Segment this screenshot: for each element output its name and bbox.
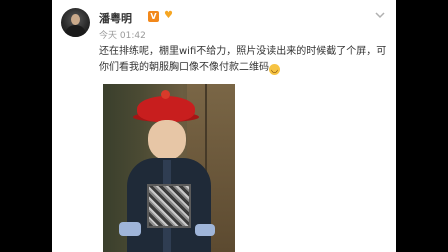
laugh-cry-emoji-icon: ◡ xyxy=(269,64,280,75)
photo-rank-badge xyxy=(147,184,191,228)
photo-face xyxy=(148,120,186,160)
avatar-face xyxy=(71,14,80,25)
chevron-down-icon[interactable] xyxy=(374,10,386,20)
post-text-body: 还在排练呢，棚里wifi不给力，照片没读出来的时候截了个屏，可你们看我的朝服胸口… xyxy=(99,46,387,73)
post-text: 还在排练呢，棚里wifi不给力，照片没读出来的时候截了个屏，可你们看我的朝服胸口… xyxy=(99,44,387,76)
photo-hat-knob xyxy=(161,90,170,99)
photo-red-hat xyxy=(137,96,195,122)
photo-left-sleeve xyxy=(119,222,141,236)
avatar-body xyxy=(65,25,86,37)
username[interactable]: 潘粤明 xyxy=(99,10,132,26)
weibo-post-card: 潘粤明 V ♥ 今天 01:42 还在排练呢，棚里wifi不给力，照片没读出来的… xyxy=(52,0,396,252)
avatar[interactable] xyxy=(61,8,90,37)
member-badge-icon: ♥ xyxy=(164,10,173,21)
verified-badge-icon: V xyxy=(148,11,159,22)
post-time: 今天 01:42 xyxy=(99,31,146,41)
photo-right-sleeve xyxy=(195,224,215,236)
post-photo[interactable] xyxy=(103,84,235,252)
